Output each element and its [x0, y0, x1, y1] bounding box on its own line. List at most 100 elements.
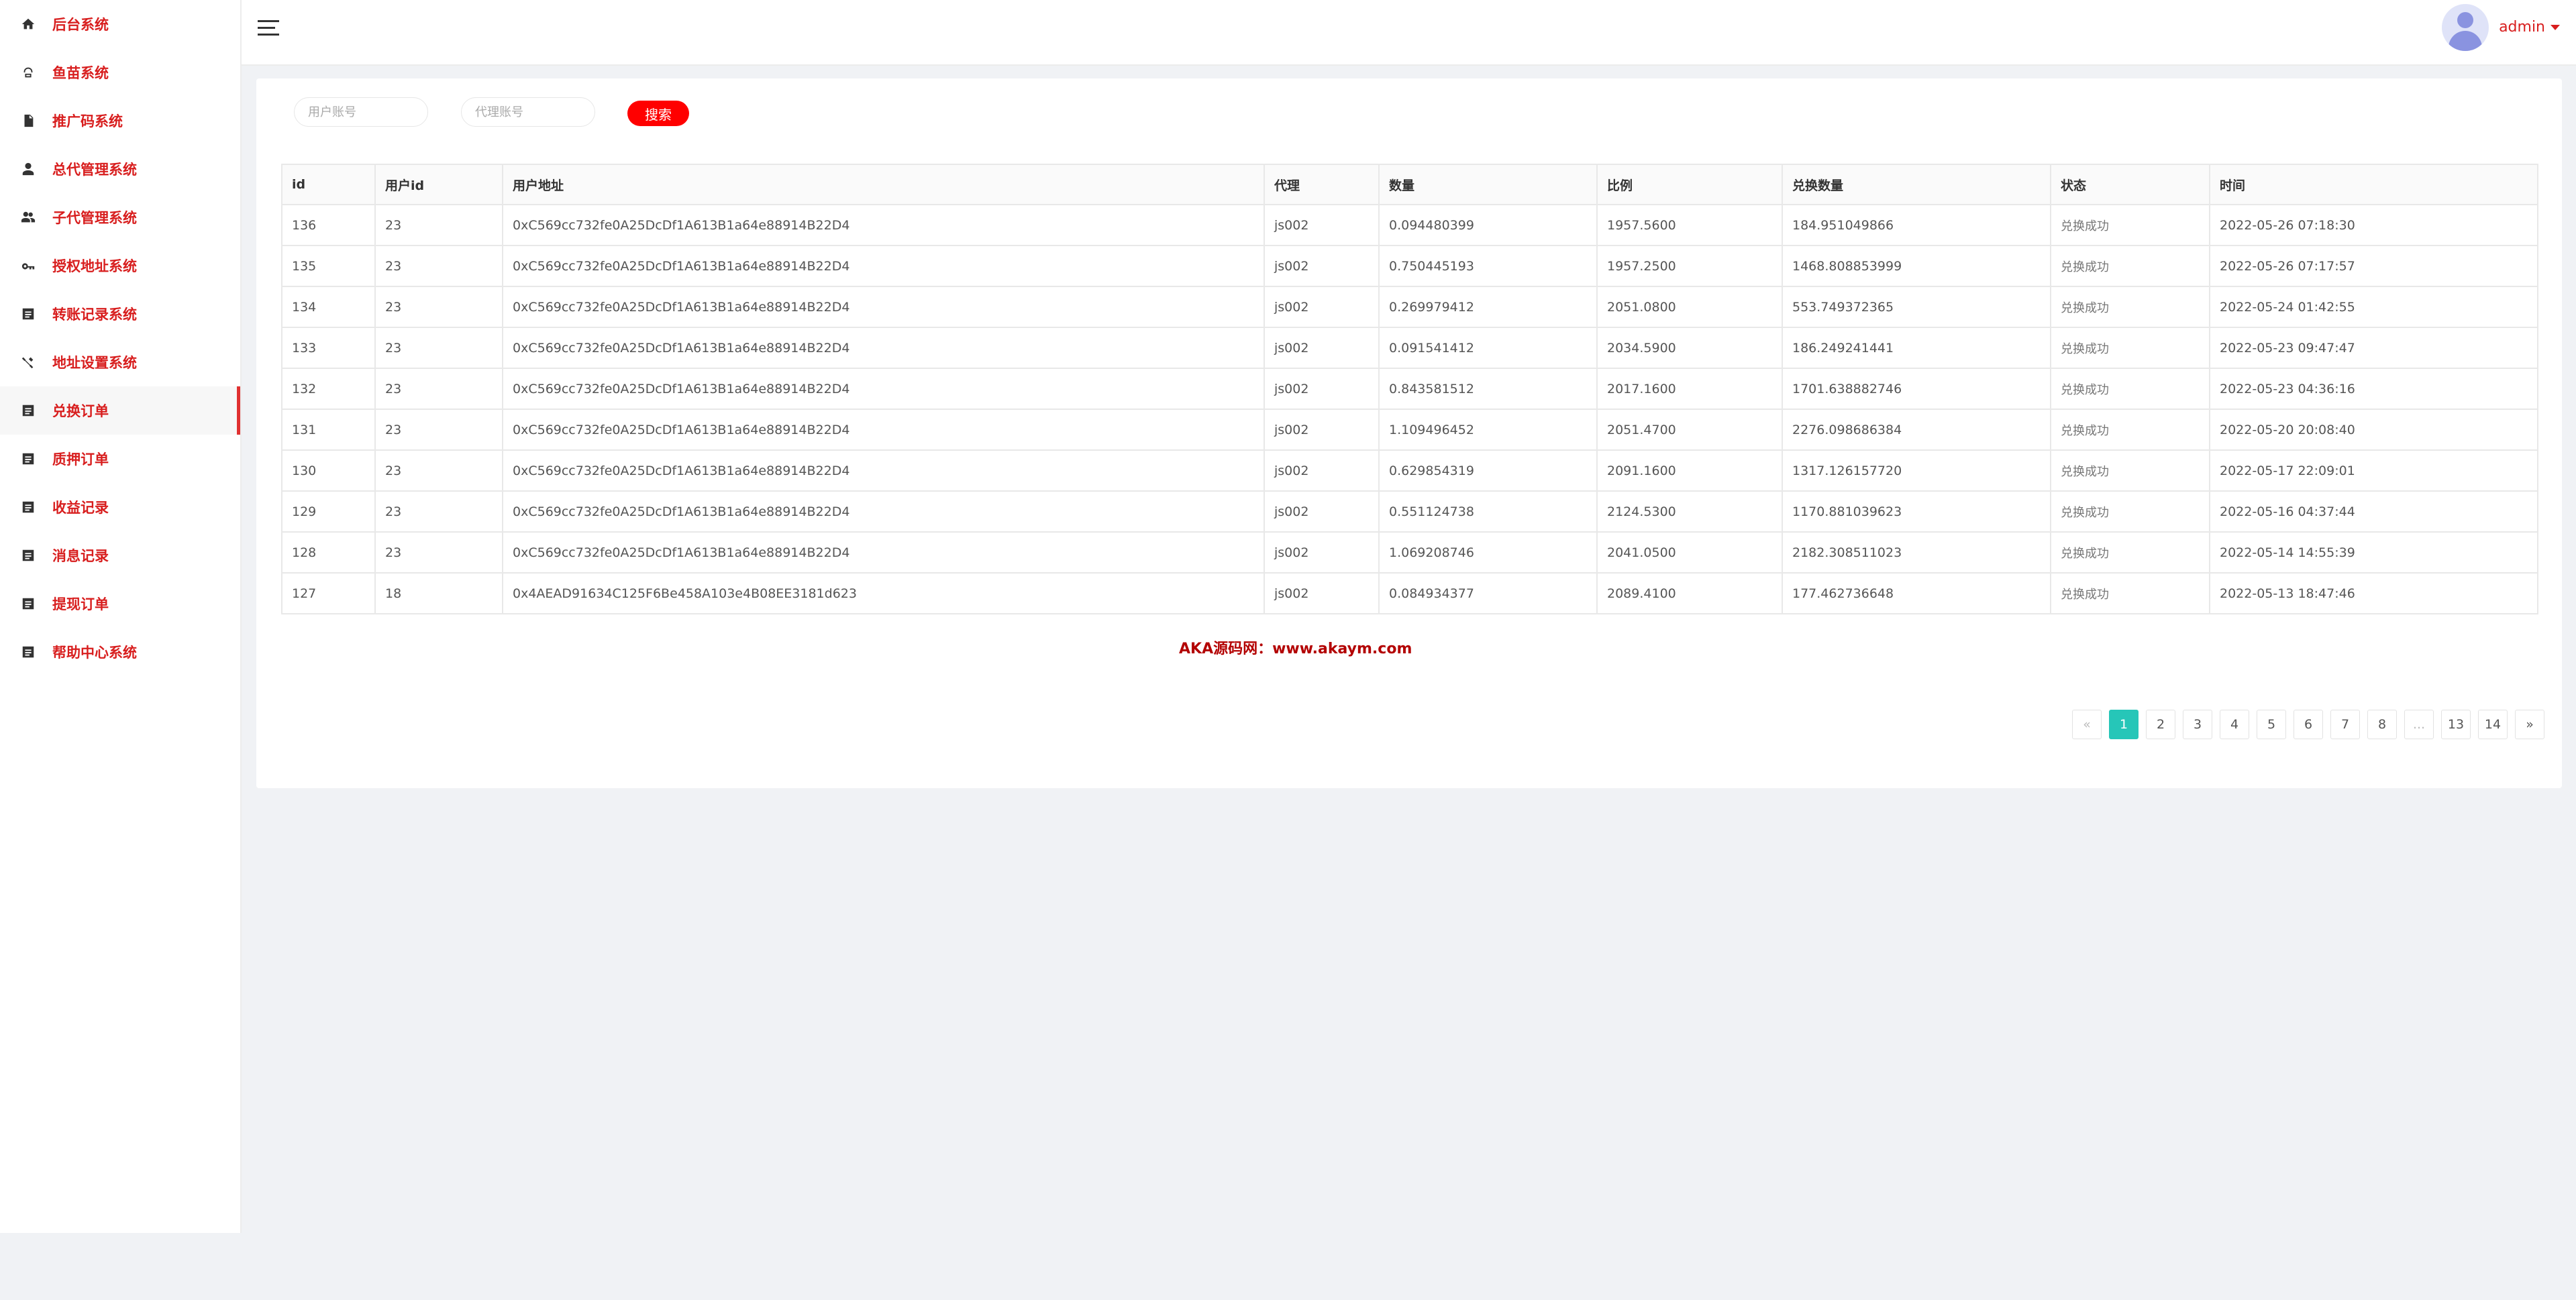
table-cell: 23 — [374, 531, 503, 574]
table-cell: 0xC569cc732fe0A25DcDf1A613B1a64e88914B22… — [502, 327, 1265, 369]
table-cell: 0xC569cc732fe0A25DcDf1A613B1a64e88914B22… — [502, 368, 1265, 410]
sidebar-item-label: 授权地址系统 — [52, 258, 137, 274]
table-cell: 2022-05-16 04:37:44 — [2209, 490, 2538, 533]
table-cell: 1701.638882746 — [1782, 368, 2051, 410]
list-icon — [20, 644, 36, 660]
search-button[interactable]: 搜索 — [627, 101, 689, 126]
sidebar-item-0[interactable]: 后台系统 — [0, 0, 240, 48]
table-cell: 2022-05-17 22:09:01 — [2209, 449, 2538, 492]
table-cell: 2022-05-14 14:55:39 — [2209, 531, 2538, 574]
column-header: 状态 — [2050, 164, 2210, 205]
sidebar-item-4[interactable]: 子代管理系统 — [0, 193, 240, 241]
list-icon — [20, 499, 36, 515]
table-cell: 23 — [374, 245, 503, 287]
page-button[interactable]: 1 — [2109, 710, 2139, 739]
table-cell: js002 — [1264, 286, 1380, 328]
table-cell: js002 — [1264, 409, 1380, 451]
table-cell: 兑换成功 — [2050, 409, 2210, 451]
people-icon — [20, 209, 36, 225]
sidebar-item-1[interactable]: 鱼苗系统 — [0, 48, 240, 97]
page-button[interactable]: 8 — [2367, 710, 2397, 739]
sidebar-item-9[interactable]: 质押订单 — [0, 435, 240, 483]
sidebar-item-2[interactable]: 推广码系统 — [0, 97, 240, 145]
page-button[interactable]: 14 — [2478, 710, 2508, 739]
sidebar-item-label: 转账记录系统 — [52, 307, 137, 323]
sidebar-item-8[interactable]: 兑换订单 — [0, 386, 240, 435]
table-cell: 兑换成功 — [2050, 327, 2210, 369]
sidebar-menu: 后台系统鱼苗系统推广码系统总代管理系统 子代管理系统 授权地址系统 转账记录系统地址设… — [0, 0, 240, 676]
sidebar-item-3[interactable]: 总代管理系统 — [0, 145, 240, 193]
prev-page-button[interactable]: « — [2072, 710, 2102, 739]
table-cell: 1317.126157720 — [1782, 449, 2051, 492]
caret-down-icon — [2551, 25, 2560, 30]
list-icon — [20, 451, 36, 467]
sidebar-item-6[interactable]: 转账记录系统 — [0, 290, 240, 338]
page-button[interactable]: 7 — [2330, 710, 2360, 739]
table-header-row: id 用户id 用户地址 代理 数量 比例 兑换数量 状态 时间 — [281, 164, 2538, 205]
table-cell: 1468.808853999 — [1782, 245, 2051, 287]
table-cell: 0.629854319 — [1378, 449, 1598, 492]
table-cell: 1170.881039623 — [1782, 490, 2051, 533]
sidebar: 后台系统鱼苗系统推广码系统总代管理系统 子代管理系统 授权地址系统 转账记录系统地址设… — [0, 0, 242, 1233]
table-cell: js002 — [1264, 490, 1380, 533]
next-page-button[interactable]: » — [2515, 710, 2544, 739]
table-cell: 129 — [281, 490, 376, 533]
table-cell: 0xC569cc732fe0A25DcDf1A613B1a64e88914B22… — [502, 490, 1265, 533]
table-cell: 127 — [281, 572, 376, 614]
page-button[interactable]: ... — [2404, 710, 2434, 739]
table-cell: 132 — [281, 368, 376, 410]
table-cell: 2022-05-23 09:47:47 — [2209, 327, 2538, 369]
list-icon — [20, 306, 36, 322]
table-cell: 553.749372365 — [1782, 286, 2051, 328]
sidebar-item-7[interactable]: 地址设置系统 — [0, 338, 240, 386]
sidebar-item-5[interactable]: 授权地址系统 — [0, 241, 240, 290]
table-cell: 2051.4700 — [1596, 409, 1783, 451]
table-row: 130 23 0xC569cc732fe0A25DcDf1A613B1a64e889… — [281, 449, 2538, 492]
page-button[interactable]: 5 — [2257, 710, 2286, 739]
sidebar-item-11[interactable]: 消息记录 — [0, 531, 240, 580]
sidebar-item-12[interactable]: 提现订单 — [0, 580, 240, 628]
menu-toggle-icon[interactable] — [258, 20, 279, 39]
sidebar-item-label: 鱼苗系统 — [52, 65, 109, 81]
page-button[interactable]: 6 — [2294, 710, 2323, 739]
table-cell: 0xC569cc732fe0A25DcDf1A613B1a64e88914B22… — [502, 409, 1265, 451]
table-row: 135 23 0xC569cc732fe0A25DcDf1A613B1a64e889… — [281, 245, 2538, 287]
page-button[interactable]: 3 — [2183, 710, 2212, 739]
list-icon — [20, 547, 36, 563]
table-cell: 23 — [374, 490, 503, 533]
avatar[interactable] — [2442, 4, 2489, 51]
table-cell: 2022-05-20 20:08:40 — [2209, 409, 2538, 451]
table-cell: 23 — [374, 449, 503, 492]
table-cell: 0x4AEAD91634C125F6Be458A103e4B08EE3181d6… — [502, 572, 1265, 614]
sidebar-item-13[interactable]: 帮助中心系统 — [0, 628, 240, 676]
table-row: 129 23 0xC569cc732fe0A25DcDf1A613B1a64e889… — [281, 490, 2538, 533]
column-header: 兑换数量 — [1782, 164, 2051, 205]
agent-account-input[interactable] — [461, 97, 595, 127]
page-button[interactable]: 13 — [2441, 710, 2471, 739]
sidebar-item-label: 总代管理系统 — [52, 162, 137, 178]
table-cell: 1.109496452 — [1378, 409, 1598, 451]
user-menu[interactable]: admin — [2499, 19, 2560, 36]
sidebar-item-label: 子代管理系统 — [52, 210, 137, 226]
table-cell: 2089.4100 — [1596, 572, 1783, 614]
table-cell: js002 — [1264, 327, 1380, 369]
user-account-input[interactable] — [294, 97, 428, 127]
column-header: 比例 — [1596, 164, 1783, 205]
page-button[interactable]: 4 — [2220, 710, 2249, 739]
orders-table: id 用户id 用户地址 代理 数量 比例 兑换数量 状态 时间 136 23 0xC569cc73… — [281, 164, 2538, 614]
table-cell: 130 — [281, 449, 376, 492]
column-header: 时间 — [2209, 164, 2538, 205]
table-row: 128 23 0xC569cc732fe0A25DcDf1A613B1a64e889… — [281, 531, 2538, 574]
page-button[interactable]: 2 — [2146, 710, 2175, 739]
table-cell: 0xC569cc732fe0A25DcDf1A613B1a64e88914B22… — [502, 286, 1265, 328]
table-cell: js002 — [1264, 572, 1380, 614]
table-cell: 1.069208746 — [1378, 531, 1598, 574]
sidebar-item-label: 兑换订单 — [52, 403, 109, 419]
table-cell: 兑换成功 — [2050, 449, 2210, 492]
table-cell: 23 — [374, 409, 503, 451]
sidebar-item-10[interactable]: 收益记录 — [0, 483, 240, 531]
table-cell: 2124.5300 — [1596, 490, 1783, 533]
content-card: 搜索 id用户id用户地址代理数量比例兑换数量状态时间 136230xC569c… — [256, 78, 2562, 788]
table-cell: 2041.0500 — [1596, 531, 1783, 574]
table-cell: 兑换成功 — [2050, 368, 2210, 410]
